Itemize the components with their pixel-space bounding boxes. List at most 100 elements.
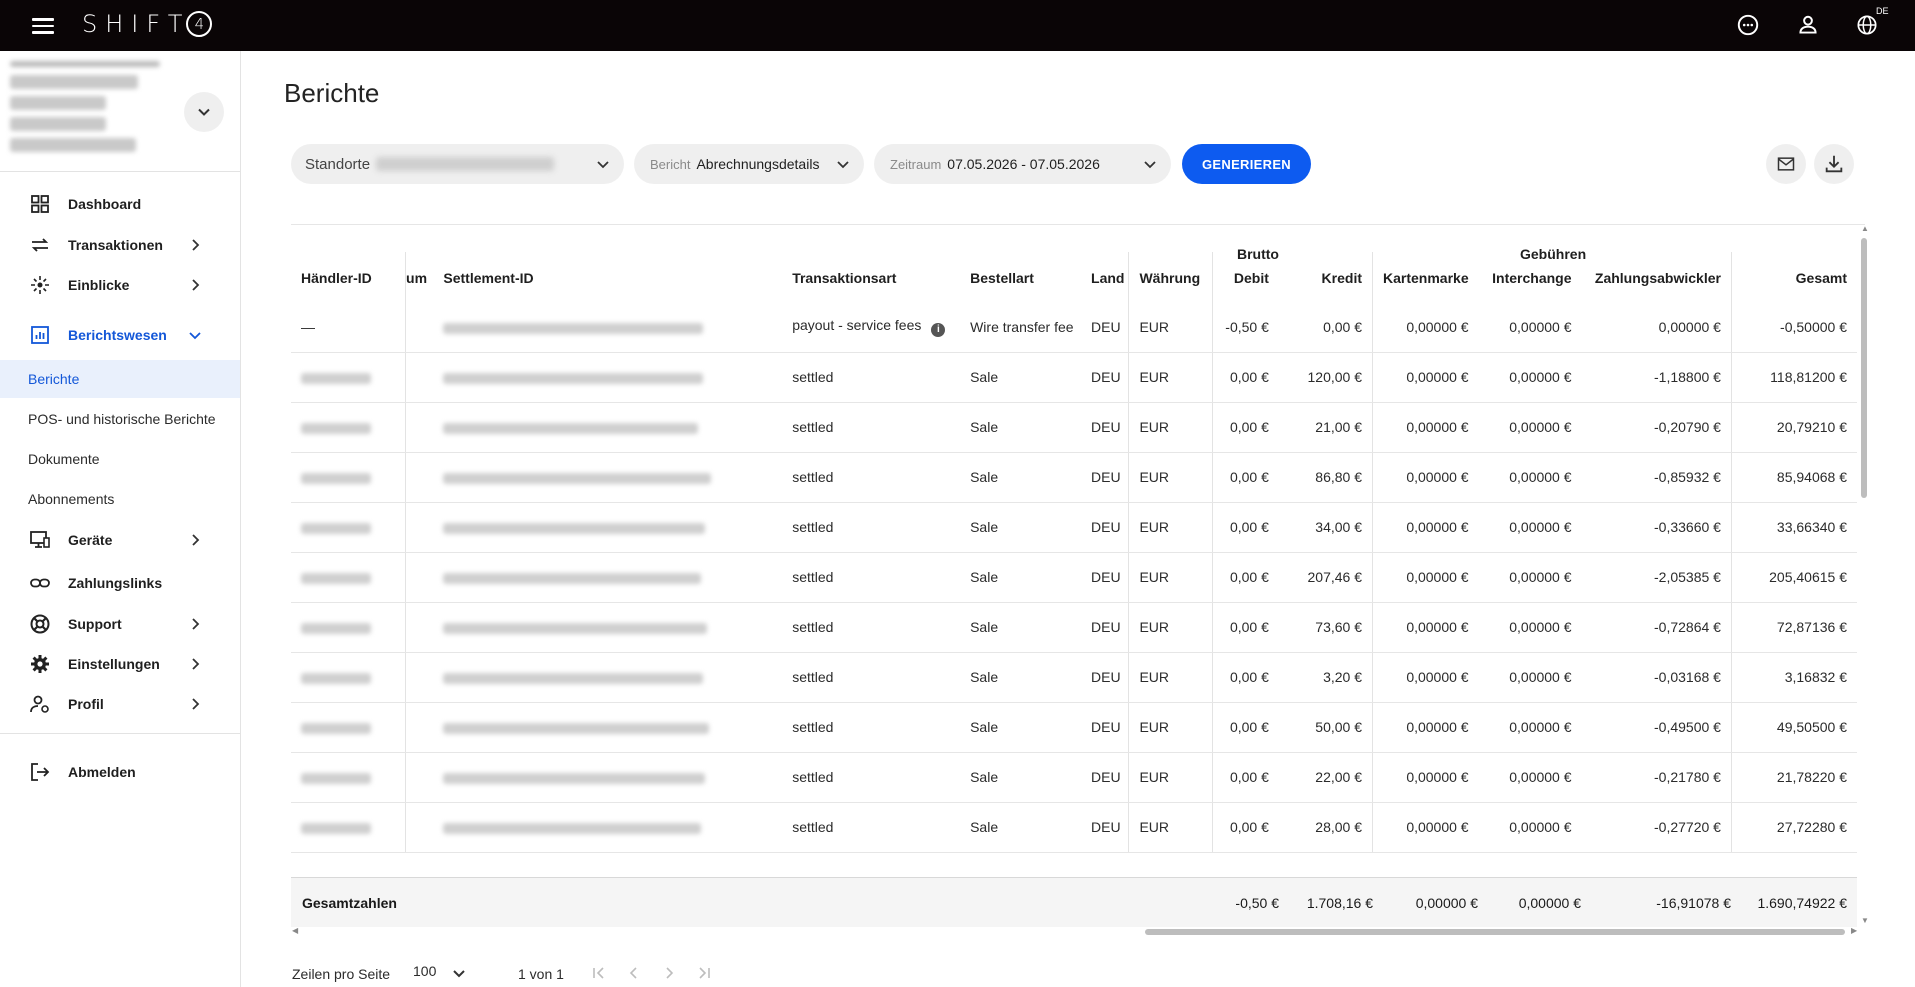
col-header-interchange[interactable]: Interchange (1479, 252, 1582, 302)
sidebar-item-einstellungen[interactable]: Einstellungen (0, 646, 240, 682)
email-button[interactable] (1766, 144, 1806, 184)
table-row[interactable]: settled Sale DEU EUR 0,00 €3,20 €0,00000 €0,… (291, 652, 1857, 703)
rows-per-page-label: Zeilen pro Seite (292, 966, 391, 982)
col-header-processor[interactable]: Zahlungsabwickler (1582, 252, 1732, 302)
rows-per-page-select[interactable]: 100 (413, 963, 466, 980)
divider (291, 224, 1865, 225)
cell-settlement-blurred (433, 502, 783, 553)
sidebar-item-zahlungslinks[interactable]: Zahlungslinks (0, 565, 240, 601)
sidebar-item-einblicke[interactable]: Einblicke (0, 267, 240, 303)
generate-button[interactable]: GENERIEREN (1182, 144, 1311, 184)
table-row[interactable]: settled Sale DEU EUR 0,00 €34,00 €0,00000 €0… (291, 502, 1857, 553)
prev-page-icon[interactable] (625, 964, 643, 982)
last-page-icon[interactable] (695, 964, 713, 982)
col-header-currency[interactable]: Währung (1128, 252, 1213, 302)
sidebar-subitem-pos-berichte[interactable]: POS- und historische Berichte (0, 400, 240, 438)
cell-brand: 0,00000 € (1371, 452, 1479, 503)
cell-type: settled (782, 602, 961, 653)
col-header-country[interactable]: Land (1087, 252, 1129, 302)
first-page-icon[interactable] (590, 964, 608, 982)
cell-order: Sale (960, 352, 1088, 403)
logout-button[interactable]: Abmelden (0, 754, 240, 790)
date-range-filter[interactable]: Zeitraum 07.05.2026 - 07.05.2026 (874, 144, 1171, 184)
vertical-scrollbar[interactable] (1861, 238, 1867, 498)
chevron-right-icon (192, 658, 200, 670)
cell-total: 33,66340 € (1730, 502, 1857, 553)
col-header-credit[interactable]: Kredit (1279, 252, 1373, 302)
cell-type: settled (782, 402, 961, 453)
table-row[interactable]: settled Sale DEU EUR 0,00 €50,00 €0,00000 €0… (291, 702, 1857, 753)
sidebar-subitem-berichte[interactable]: Berichte (0, 360, 240, 398)
col-header-total[interactable]: Gesamt (1730, 252, 1857, 302)
col-header-type[interactable]: Transaktionsart (782, 252, 960, 302)
cell-currency: EUR (1128, 502, 1213, 553)
sidebar-item-dashboard[interactable]: Dashboard (0, 186, 240, 222)
cell-merchant-blurred (291, 602, 406, 653)
scroll-down-icon[interactable]: ▼ (1861, 916, 1869, 925)
scroll-left-icon[interactable]: ◀ (292, 926, 298, 935)
col-header-order[interactable]: Bestellart (960, 252, 1087, 302)
scroll-up-icon[interactable]: ▲ (1861, 224, 1869, 233)
col-header-settlement[interactable]: Settlement-ID (433, 252, 782, 302)
scroll-right-icon[interactable]: ▶ (1851, 926, 1857, 935)
insights-icon (31, 276, 49, 294)
cell-currency: EUR (1128, 752, 1213, 803)
cell-order: Sale (960, 802, 1088, 853)
col-header-date[interactable]: um (405, 252, 434, 302)
table-row[interactable]: settled Sale DEU EUR 0,00 €22,00 €0,00000 €0… (291, 752, 1857, 803)
sidebar-item-support[interactable]: Support (0, 606, 240, 642)
info-icon[interactable]: i (931, 322, 946, 337)
chevron-down-icon (1144, 161, 1156, 169)
table-row[interactable]: — payout - service fees i Wire transfer f… (291, 302, 1857, 353)
cell-settlement-blurred (433, 352, 783, 403)
sidebar-item-transaktionen[interactable]: Transaktionen (0, 227, 240, 263)
table-row[interactable]: settled Sale DEU EUR 0,00 €73,60 €0,00000 €0… (291, 602, 1857, 653)
profile-icon (30, 695, 49, 713)
table-row[interactable]: settled Sale DEU EUR 0,00 €120,00 €0,00000 €… (291, 352, 1857, 403)
sidebar-subitem-abonnements[interactable]: Abonnements (0, 480, 240, 518)
next-page-icon[interactable] (660, 964, 678, 982)
gear-icon (31, 655, 49, 673)
cell-settlement-blurred (433, 552, 783, 603)
sidebar-item-geraete[interactable]: Geräte (0, 522, 240, 558)
cell-order: Sale (960, 502, 1088, 553)
report-type-filter[interactable]: Bericht Abrechnungsdetails (634, 144, 864, 184)
dashboard-icon (31, 195, 49, 213)
total-interchange-value: 0,00000 € (1518, 895, 1581, 911)
menu-icon[interactable] (32, 14, 54, 34)
cell-settlement-blurred (433, 752, 783, 803)
cell-merchant-blurred (291, 702, 406, 753)
cell-total: 49,50500 € (1730, 702, 1857, 753)
horizontal-scrollbar[interactable] (1145, 929, 1845, 935)
sidebar: Dashboard Transaktionen Einblicke Berich… (0, 51, 241, 987)
account-expand-button[interactable] (184, 92, 224, 132)
user-icon[interactable] (1795, 12, 1821, 38)
sidebar-item-profil[interactable]: Profil (0, 686, 240, 722)
table-row[interactable]: settled Sale DEU EUR 0,00 €21,00 €0,00000 €0… (291, 402, 1857, 453)
cell-processor: 0,00000 € (1581, 302, 1732, 353)
col-header-debit[interactable]: Debit (1212, 252, 1279, 302)
sidebar-subitem-dokumente[interactable]: Dokumente (0, 440, 240, 478)
brand-logo[interactable]: SHIFT 4 (82, 10, 213, 38)
download-icon (1825, 155, 1843, 173)
cell-settlement-blurred (433, 652, 783, 703)
table-row[interactable]: settled Sale DEU EUR 0,00 €207,46 €0,00000 €… (291, 552, 1857, 603)
account-switcher[interactable] (0, 51, 240, 154)
table-row[interactable]: settled Sale DEU EUR 0,00 €28,00 €0,00000 €0… (291, 802, 1857, 853)
cell-type: settled (782, 452, 961, 503)
cell-credit: 21,00 € (1278, 402, 1373, 453)
cell-merchant-blurred (291, 402, 406, 453)
cell-order: Wire transfer fee (960, 302, 1088, 353)
cell-country: DEU (1087, 752, 1129, 803)
table-row[interactable]: settled Sale DEU EUR 0,00 €86,80 €0,00000 €0… (291, 452, 1857, 503)
chat-icon[interactable] (1735, 12, 1761, 38)
chevron-right-icon (192, 239, 200, 251)
location-filter[interactable]: Standorte (291, 144, 624, 184)
chevron-down-icon (189, 332, 201, 340)
download-button[interactable] (1814, 144, 1854, 184)
col-header-brand[interactable]: Kartenmarke (1371, 252, 1479, 302)
cell-merchant-blurred (291, 452, 406, 503)
sidebar-item-berichtswesen[interactable]: Berichtswesen (0, 317, 240, 353)
cell-order: Sale (960, 452, 1088, 503)
col-header-merchant[interactable]: Händler-ID (291, 252, 406, 302)
